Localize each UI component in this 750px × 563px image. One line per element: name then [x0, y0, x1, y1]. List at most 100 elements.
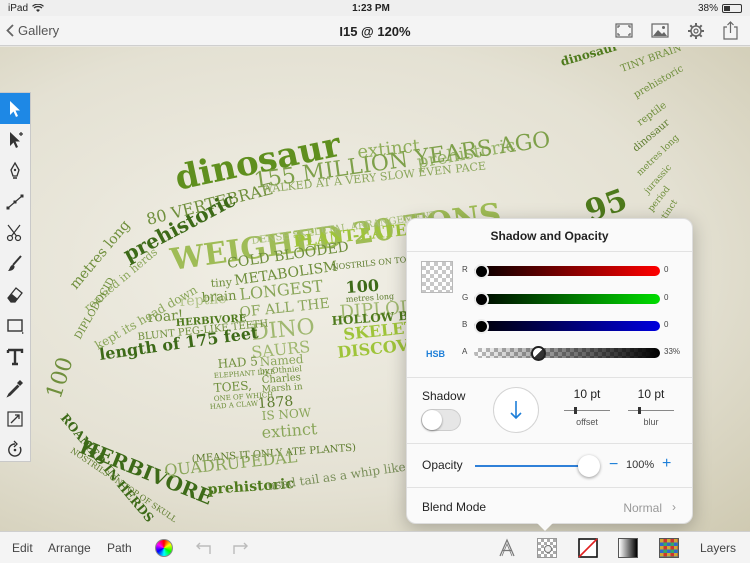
channel-label: A [462, 347, 468, 356]
channel-label: R [462, 265, 468, 274]
share-icon[interactable] [723, 21, 738, 40]
blend-mode-label[interactable]: Blend Mode [422, 500, 486, 514]
channel-label: G [462, 293, 469, 302]
artwork-word: dinosaur [559, 47, 620, 69]
direct-select-tool-button[interactable] [0, 124, 30, 155]
opacity-increase-button[interactable]: + [662, 455, 671, 473]
shadow-direction-dial[interactable] [493, 387, 539, 433]
rotate-tool-button[interactable] [0, 434, 30, 465]
channel-g-row: G0 [462, 292, 692, 307]
blur-value: 10 pt [637, 387, 665, 401]
channel-slider-knob[interactable] [530, 346, 546, 361]
artwork-word: extinct [261, 419, 318, 442]
direct-select-tool-icon [10, 131, 23, 148]
color-swatch[interactable] [421, 261, 453, 293]
scissors-tool-button[interactable] [0, 217, 30, 248]
layers-button[interactable]: Layers [700, 541, 736, 555]
color-wheel-icon[interactable] [153, 537, 175, 559]
channel-slider-knob[interactable] [474, 264, 489, 279]
channel-value: 0 [664, 320, 669, 329]
text-tool-icon [6, 348, 24, 365]
shadow-toggle[interactable] [421, 409, 461, 431]
device-name: iPad [8, 2, 29, 14]
chevron-right-icon[interactable]: › [672, 500, 676, 514]
gradient-fill-icon[interactable] [617, 537, 639, 559]
opacity-value: 100% [626, 459, 655, 471]
artwork-word: 100 [42, 354, 79, 402]
offset-value: 10 pt [573, 387, 601, 401]
rotate-tool-icon [8, 440, 22, 457]
bottom-toolbar: Edit Arrange Path Layers [0, 531, 750, 563]
shadow-label: Shadow [422, 389, 466, 403]
popover-arrow [536, 522, 554, 531]
node-tool-button[interactable] [0, 186, 30, 217]
opacity-slider-knob[interactable] [578, 455, 600, 477]
battery-icon [721, 3, 742, 13]
battery-percent: 38% [697, 2, 718, 14]
text-tool-button[interactable] [0, 341, 30, 372]
fullscreen-icon[interactable] [615, 23, 633, 38]
opacity-decrease-button[interactable]: − [609, 456, 618, 474]
node-tool-icon [6, 194, 24, 209]
channel-slider[interactable] [474, 292, 660, 307]
channel-slider-knob[interactable] [474, 292, 489, 307]
tool-palette [0, 92, 31, 462]
channel-value: 33% [664, 347, 681, 356]
brush-tool-icon [8, 254, 22, 271]
channel-a-row: A 33% [462, 346, 692, 361]
path-menu-button[interactable]: Path [107, 541, 132, 555]
artwork-word: brain [201, 289, 237, 306]
eyedropper-tool-button[interactable] [0, 372, 30, 403]
divider [407, 377, 692, 378]
eyedropper-tool-icon [6, 379, 23, 398]
opacity-slider-track[interactable] [475, 465, 587, 467]
shadow-opacity-popover: Shadow and Opacity R 0 G 0 B 0 A 33% HSB Shadow… [406, 218, 693, 524]
channel-b-row: B0 [462, 319, 692, 334]
channel-slider[interactable] [474, 264, 660, 279]
channel-slider[interactable] [474, 346, 660, 361]
edit-menu-button[interactable]: Edit [12, 541, 33, 555]
arrange-menu-button[interactable]: Arrange [48, 541, 91, 555]
divider [407, 443, 692, 444]
gear-icon[interactable] [687, 22, 705, 40]
transform-tool-button[interactable] [0, 403, 30, 434]
blur-slider[interactable] [628, 407, 674, 415]
channel-slider[interactable] [474, 319, 660, 334]
redo-icon[interactable] [229, 537, 251, 559]
channel-label: B [462, 320, 468, 329]
pattern-fill-icon[interactable] [658, 537, 680, 559]
rectangle-tool-icon [7, 318, 24, 334]
arrow-down-icon [510, 401, 522, 420]
hsb-mode-button[interactable]: HSB [426, 349, 445, 359]
select-tool-icon [10, 100, 20, 117]
rectangle-tool-button[interactable] [0, 310, 30, 341]
text-style-icon[interactable] [496, 537, 518, 559]
navigation-bar: Gallery I15 @ 120% [0, 16, 750, 46]
channel-value: 0 [664, 265, 669, 274]
channel-slider-knob[interactable] [474, 319, 489, 334]
offset-slider[interactable] [564, 407, 610, 415]
pen-tool-button[interactable] [0, 155, 30, 186]
divider [407, 487, 692, 488]
eraser-tool-icon [7, 286, 23, 303]
status-time: 1:23 PM [352, 2, 390, 14]
image-icon[interactable] [651, 23, 669, 38]
blend-mode-value[interactable]: Normal [623, 501, 662, 515]
status-bar: iPad 1:23 PM 38% [0, 0, 750, 16]
popover-title: Shadow and Opacity [490, 229, 609, 243]
pen-tool-icon [10, 161, 20, 179]
toggle-knob [422, 410, 442, 430]
shadow-opacity-icon[interactable] [536, 537, 558, 559]
transform-tool-icon [7, 410, 23, 427]
divider [407, 251, 692, 252]
artwork-word: Marsh in [262, 382, 304, 395]
undo-icon[interactable] [193, 537, 215, 559]
channel-value: 0 [664, 293, 669, 302]
opacity-label: Opacity [422, 458, 463, 472]
stroke-icon[interactable] [577, 537, 599, 559]
select-tool-button[interactable] [0, 93, 30, 124]
brush-tool-button[interactable] [0, 248, 30, 279]
scissors-tool-icon [6, 224, 22, 241]
eraser-tool-button[interactable] [0, 279, 30, 310]
artwork-word: tiny [210, 275, 233, 290]
